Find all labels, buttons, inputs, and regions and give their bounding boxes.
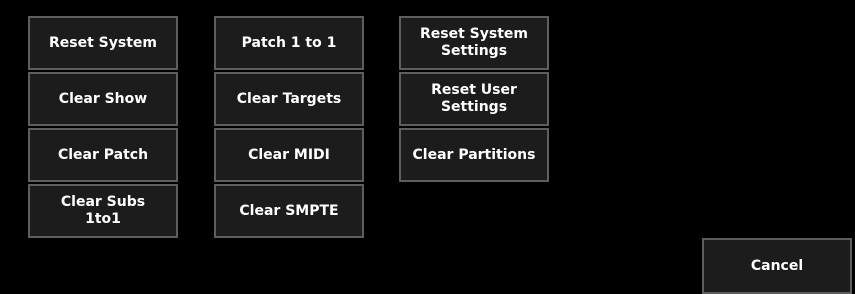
clear-targets-button[interactable]: Clear Targets — [214, 72, 364, 126]
clear-show-button[interactable]: Clear Show — [28, 72, 178, 126]
clear-smpte-label: Clear SMPTE — [239, 202, 339, 219]
clear-smpte-button[interactable]: Clear SMPTE — [214, 184, 364, 238]
reset-system-button[interactable]: Reset System — [28, 16, 178, 70]
cancel-button[interactable]: Cancel — [702, 238, 852, 294]
clear-patch-button[interactable]: Clear Patch — [28, 128, 178, 182]
clear-subs-1to1-label: Clear Subs 1to1 — [60, 194, 146, 227]
reset-system-settings-label: Reset System Settings — [420, 26, 528, 59]
reset-user-settings-label: Reset User Settings — [431, 82, 517, 115]
clear-partitions-button[interactable]: Clear Partitions — [399, 128, 549, 182]
clear-midi-button[interactable]: Clear MIDI — [214, 128, 364, 182]
patch-1-to-1-button[interactable]: Patch 1 to 1 — [214, 16, 364, 70]
reset-system-settings-button[interactable]: Reset System Settings — [399, 16, 549, 70]
clear-midi-label: Clear MIDI — [248, 146, 330, 163]
clear-patch-label: Clear Patch — [57, 146, 149, 163]
clear-targets-label: Clear Targets — [236, 90, 342, 107]
patch-1-to-1-label: Patch 1 to 1 — [241, 34, 337, 51]
clear-subs-1to1-button[interactable]: Clear Subs 1to1 — [28, 184, 178, 238]
clear-partitions-label: Clear Partitions — [412, 146, 536, 163]
cancel-label: Cancel — [750, 257, 804, 274]
clear-show-label: Clear Show — [58, 90, 148, 107]
reset-user-settings-button[interactable]: Reset User Settings — [399, 72, 549, 126]
reset-system-label: Reset System — [49, 34, 157, 51]
